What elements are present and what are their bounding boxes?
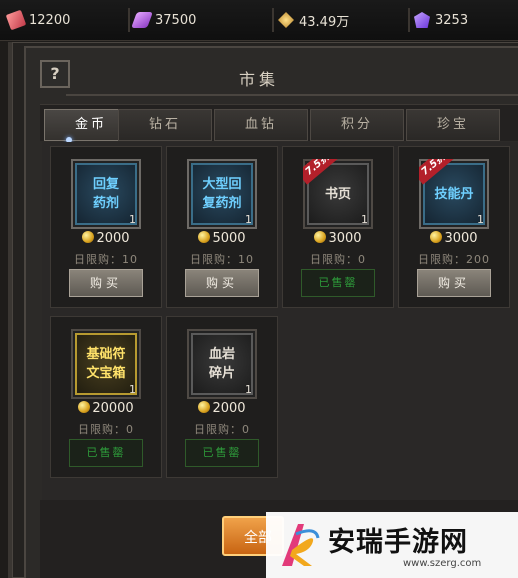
title-divider: [66, 94, 518, 96]
item-quantity: 1: [245, 213, 252, 226]
resource-gem: 3253: [408, 8, 469, 32]
item-name-line1: 基础符: [86, 347, 126, 362]
item-quantity: 1: [129, 383, 136, 396]
daily-limit: 日限购：0: [78, 423, 134, 436]
item-icon: 基础符 文宝箱: [75, 333, 137, 395]
item-name-line1: 血岩: [208, 347, 235, 362]
item-price: 20000: [51, 401, 161, 416]
buy-button[interactable]: 购买: [69, 269, 143, 297]
gold-coin-icon: [430, 231, 443, 243]
resource-feather: 37500: [128, 8, 197, 32]
item-name-line2: 药剂: [92, 196, 119, 211]
discount-ribbon: 7.5折: [419, 159, 455, 195]
resource-value: 43.49万: [299, 14, 350, 30]
item-slot[interactable]: 基础符文宝箱 1: [71, 329, 141, 399]
price-value: 5000: [212, 231, 246, 246]
gem-icon: [414, 12, 430, 28]
item-quantity: 1: [361, 213, 368, 226]
resource-bar: 12200 37500 43.49万 3253: [0, 0, 518, 41]
coin-emblem-icon: [278, 12, 294, 28]
ticket-icon: [5, 9, 27, 31]
shop-item-card: 基础符文宝箱 1 20000 日限购：0 已售罄: [50, 316, 162, 478]
item-price: 2000: [167, 401, 277, 416]
daily-limit: 日限购：10: [74, 253, 138, 266]
shop-item-card: 回复药剂 1 2000 日限购：10 购买: [50, 146, 162, 308]
gold-coin-icon: [198, 401, 211, 413]
item-quantity: 1: [477, 213, 484, 226]
feather-icon: [131, 12, 153, 28]
gold-coin-icon: [82, 231, 95, 243]
item-slot[interactable]: 技能丹 1 7.5折: [419, 159, 489, 229]
item-icon: 回复 药剂: [75, 163, 137, 225]
price-value: 3000: [328, 231, 362, 246]
sold-out-label: 已售罄: [69, 439, 143, 467]
divider: [272, 8, 274, 32]
daily-limit: 日限购：0: [310, 253, 366, 266]
item-icon: 大型回 复药剂: [191, 163, 253, 225]
sold-out-label: 已售罄: [185, 439, 259, 467]
daily-limit: 日限购：10: [190, 253, 254, 266]
window-title: 市集: [238, 70, 279, 89]
watermark-logo-icon: [282, 524, 320, 566]
daily-limit: 日限购：0: [194, 423, 250, 436]
item-slot[interactable]: 书页 1 7.5折: [303, 159, 373, 229]
resource-value: 12200: [29, 12, 71, 28]
item-quantity: 1: [129, 213, 136, 226]
tab-treasure[interactable]: 珍宝: [406, 109, 500, 141]
tab-diamond[interactable]: 钻石: [118, 109, 212, 141]
resource-value: 3253: [435, 12, 469, 28]
tab-points[interactable]: 积分: [310, 109, 404, 141]
item-name-line1: 大型回: [202, 177, 242, 192]
discount-badge: 7.5折: [303, 159, 339, 185]
resource-coin-emblem: 43.49万: [272, 8, 350, 32]
shop-item-card: 技能丹 1 7.5折 3000 日限购：200 购买: [398, 146, 510, 308]
watermark-title: 安瑞手游网: [328, 527, 468, 558]
item-name-line2: 碎片: [208, 366, 235, 381]
buy-button[interactable]: 购买: [185, 269, 259, 297]
sold-out-label: 已售罄: [301, 269, 375, 297]
discount-ribbon: 7.5折: [303, 159, 339, 195]
tab-blood-diamond[interactable]: 血钻: [214, 109, 308, 141]
price-value: 2000: [96, 231, 130, 246]
gold-coin-icon: [314, 231, 327, 243]
shop-item-card: 书页 1 7.5折 3000 日限购：0 已售罄: [282, 146, 394, 308]
item-quantity: 1: [245, 383, 252, 396]
item-price: 2000: [51, 231, 161, 246]
category-tabs: 金币 钻石 血钻 积分 珍宝: [40, 104, 518, 143]
resource-ticket: 12200: [5, 8, 71, 32]
item-price: 3000: [283, 231, 393, 246]
shop-item-card: 血岩碎片 1 2000 日限购：0 已售罄: [166, 316, 278, 478]
resource-value: 37500: [155, 12, 197, 28]
watermark-url: www.szerg.com: [403, 558, 482, 569]
price-value: 3000: [444, 231, 478, 246]
price-value: 2000: [212, 401, 246, 416]
item-slot[interactable]: 大型回复药剂 1: [187, 159, 257, 229]
watermark-banner: 安瑞手游网 www.szerg.com: [266, 512, 518, 578]
item-slot[interactable]: 血岩碎片 1: [187, 329, 257, 399]
discount-badge: 7.5折: [419, 159, 455, 185]
gold-coin-icon: [198, 231, 211, 243]
item-slot[interactable]: 回复药剂 1: [71, 159, 141, 229]
item-name-line2: 文宝箱: [86, 366, 126, 381]
gold-coin-icon: [78, 401, 91, 413]
item-name-line2: 复药剂: [202, 196, 242, 211]
daily-limit: 日限购：200: [418, 253, 490, 266]
item-name-line1: 回复: [92, 177, 119, 192]
divider: [408, 8, 410, 32]
shop-item-card: 大型回复药剂 1 5000 日限购：10 购买: [166, 146, 278, 308]
divider: [128, 8, 130, 32]
price-value: 20000: [92, 401, 134, 416]
item-icon: 血岩 碎片: [191, 333, 253, 395]
item-price: 5000: [167, 231, 277, 246]
item-price: 3000: [399, 231, 509, 246]
buy-button[interactable]: 购买: [417, 269, 491, 297]
